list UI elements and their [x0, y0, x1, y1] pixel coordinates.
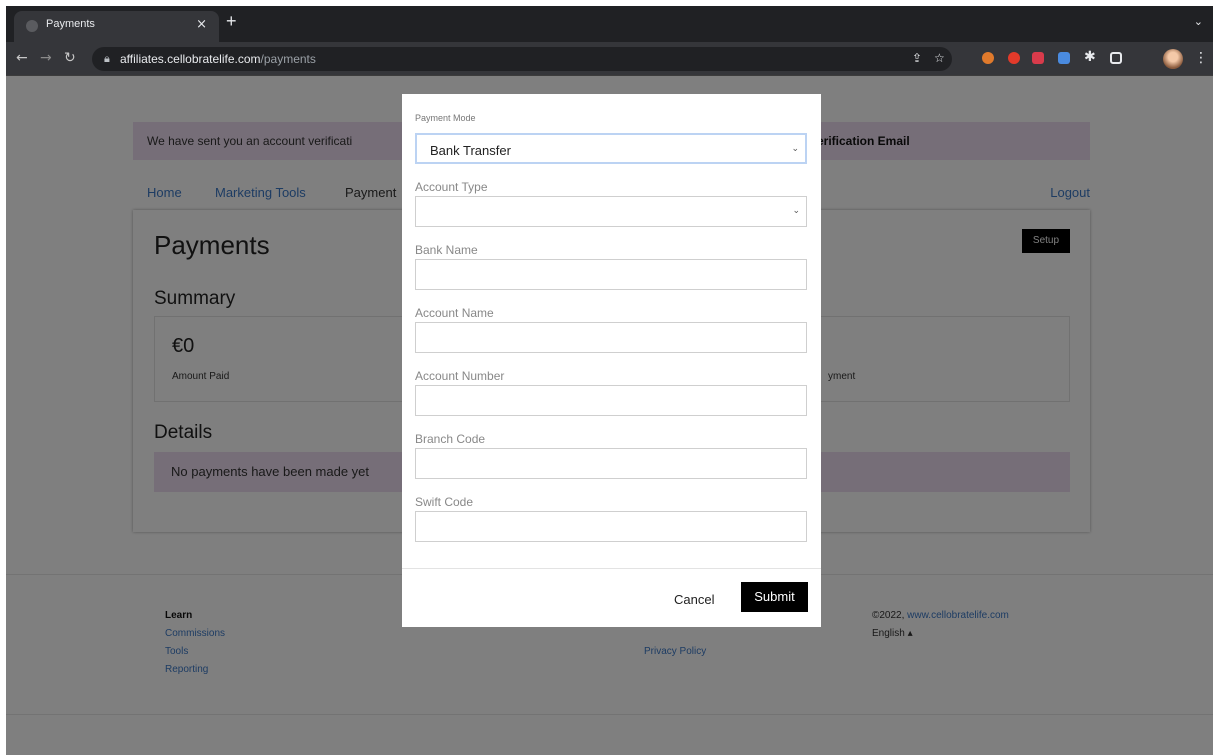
tab-close-icon[interactable]: × — [196, 17, 207, 32]
new-tab-icon[interactable]: + — [226, 11, 237, 32]
account-name-input[interactable] — [415, 322, 807, 353]
profile-avatar[interactable] — [1163, 49, 1183, 69]
bank-name-input[interactable] — [415, 259, 807, 290]
tab-favicon-icon — [26, 20, 38, 32]
tab-bar: Payments × + ⌄ — [6, 6, 1213, 42]
lock-icon: 🔒︎ — [104, 52, 110, 65]
url-host: affiliates.cellobratelife.com — [120, 52, 261, 66]
extension-2-icon[interactable] — [1008, 52, 1020, 64]
tab-title: Payments — [46, 18, 95, 30]
back-arrow-icon[interactable]: ← — [16, 50, 28, 66]
extension-1-icon[interactable] — [982, 52, 994, 64]
address-bar[interactable]: 🔒︎ affiliates.cellobratelife.com/payment… — [92, 47, 952, 71]
browser-window: Payments × + ⌄ ← → ↻ 🔒︎ affiliates.cello… — [6, 6, 1213, 755]
cancel-button[interactable]: Cancel — [674, 592, 714, 607]
payment-mode-select[interactable]: Bank Transfer ⌄ — [415, 133, 807, 164]
forward-arrow-icon[interactable]: → — [40, 50, 52, 66]
swift-code-input[interactable] — [415, 511, 807, 542]
chevron-down-icon: ⌄ — [792, 206, 800, 216]
payment-mode-value: Bank Transfer — [430, 143, 511, 158]
side-panel-icon[interactable] — [1110, 52, 1122, 64]
bookmark-star-icon[interactable]: ☆ — [934, 51, 945, 65]
branch-code-label: Branch Code — [415, 432, 486, 446]
reload-icon[interactable]: ↻ — [64, 50, 76, 66]
modal-divider — [402, 568, 821, 569]
url-text: affiliates.cellobratelife.com/payments — [120, 52, 316, 66]
account-name-label: Account Name — [415, 306, 494, 320]
extensions-puzzle-icon[interactable]: ✱ — [1084, 49, 1096, 65]
payment-mode-label: Payment Mode — [415, 113, 476, 123]
account-type-label: Account Type — [415, 180, 488, 194]
browser-toolbar: ← → ↻ 🔒︎ affiliates.cellobratelife.com/p… — [6, 42, 1213, 76]
browser-menu-icon[interactable]: ⋮ — [1194, 50, 1208, 66]
submit-button[interactable]: Submit — [741, 582, 808, 612]
chevron-down-icon: ⌄ — [791, 144, 799, 154]
account-number-input[interactable] — [415, 385, 807, 416]
share-icon[interactable]: ⇪ — [912, 51, 922, 65]
payment-setup-modal: Payment Mode Bank Transfer ⌄ Account Typ… — [402, 94, 821, 627]
account-number-label: Account Number — [415, 369, 505, 383]
url-path: /payments — [260, 52, 316, 66]
swift-code-label: Swift Code — [415, 495, 474, 509]
branch-code-input[interactable] — [415, 448, 807, 479]
extension-3-icon[interactable] — [1032, 52, 1044, 64]
account-type-select[interactable]: ⌄ — [415, 196, 807, 227]
extension-4-icon[interactable] — [1058, 52, 1070, 64]
tab-payments[interactable]: Payments × — [14, 11, 219, 42]
bank-name-label: Bank Name — [415, 243, 478, 257]
tab-search-chevron-icon[interactable]: ⌄ — [1194, 15, 1203, 28]
